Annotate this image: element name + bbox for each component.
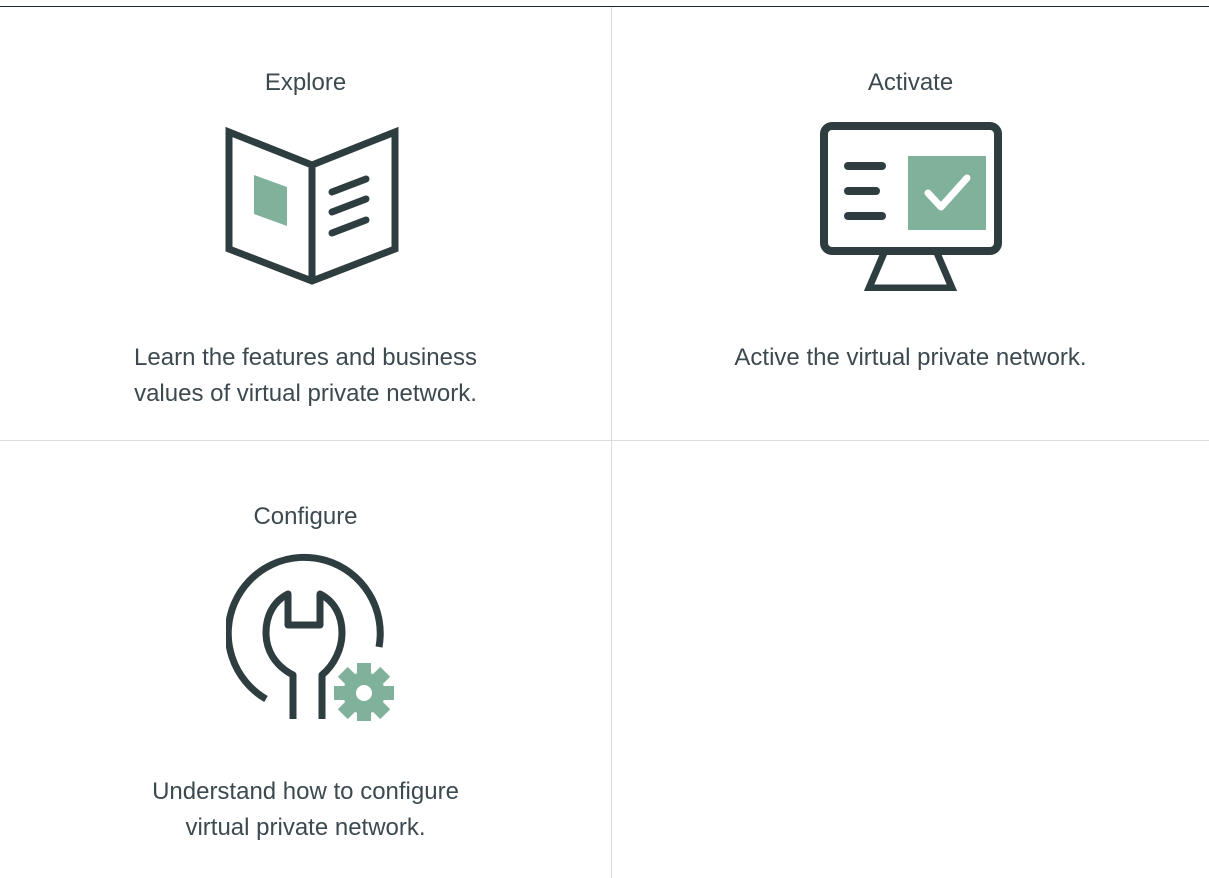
book-icon (224, 125, 400, 292)
configure-card[interactable]: Configure Understand how to configure vi… (0, 441, 611, 878)
activate-title: Activate (867, 69, 954, 96)
configure-description-line: Understand how to configure (152, 778, 459, 805)
activate-description: Active the virtual private network. (612, 340, 1209, 376)
monitor-check-icon (818, 121, 1004, 296)
activate-card[interactable]: Activate Active the virtual private netw… (612, 7, 1209, 440)
activate-description-line: Active the virtual private network. (734, 344, 1087, 371)
explore-description-line: Learn the features and business (134, 344, 477, 371)
configure-description: Understand how to configure virtual priv… (0, 774, 611, 846)
explore-description: Learn the features and business values o… (0, 340, 611, 412)
explore-title: Explore (264, 69, 347, 96)
configure-title: Configure (253, 503, 358, 530)
explore-description-line: values of virtual private network. (134, 380, 477, 407)
wrench-gear-icon (224, 553, 396, 726)
configure-description-line: virtual private network. (185, 814, 426, 841)
explore-card[interactable]: Explore Learn the features and business … (0, 7, 611, 440)
